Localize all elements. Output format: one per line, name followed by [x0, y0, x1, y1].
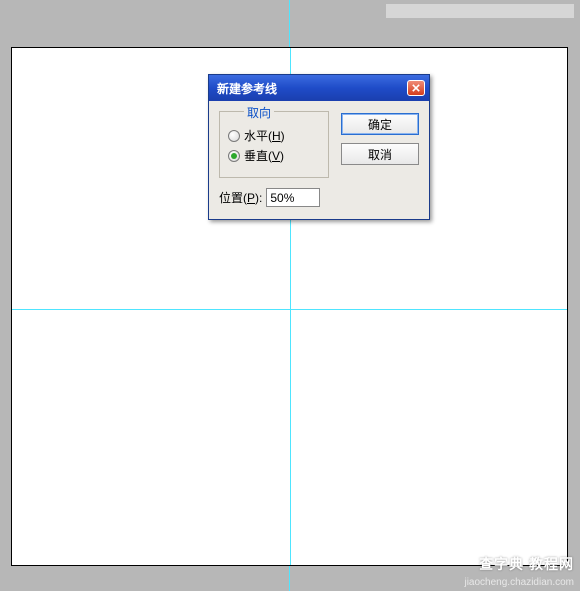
- watermark-url: jiaocheng.chazidian.com: [464, 577, 574, 588]
- dialog-right-column: 确定 取消: [341, 113, 419, 165]
- radio-horizontal-row[interactable]: 水平(H): [228, 127, 320, 144]
- new-guide-dialog: 新建参考线 取向 水平(H) 垂直(V) 位置(P):: [208, 74, 430, 220]
- radio-vertical[interactable]: [228, 150, 240, 162]
- watermark-text: 查字典 教程网: [479, 554, 574, 574]
- close-button[interactable]: [407, 80, 425, 96]
- fieldset-legend: 取向: [244, 104, 274, 121]
- position-label: 位置(P):: [219, 189, 262, 206]
- cancel-button[interactable]: 取消: [341, 143, 419, 165]
- dialog-left-column: 取向 水平(H) 垂直(V) 位置(P):: [219, 111, 331, 207]
- position-input[interactable]: [266, 188, 320, 207]
- dialog-titlebar[interactable]: 新建参考线: [209, 75, 429, 101]
- position-row: 位置(P):: [219, 188, 331, 207]
- ok-button[interactable]: 确定: [341, 113, 419, 135]
- radio-horizontal-label: 水平(H): [244, 127, 285, 144]
- radio-vertical-row[interactable]: 垂直(V): [228, 147, 320, 164]
- radio-vertical-label: 垂直(V): [244, 147, 284, 164]
- toolbar-placeholder: [386, 4, 574, 18]
- close-icon: [412, 84, 420, 92]
- dialog-title: 新建参考线: [217, 80, 277, 97]
- radio-horizontal[interactable]: [228, 130, 240, 142]
- dialog-body: 取向 水平(H) 垂直(V) 位置(P): 确定 取消: [209, 101, 429, 219]
- orientation-fieldset: 取向 水平(H) 垂直(V): [219, 111, 329, 178]
